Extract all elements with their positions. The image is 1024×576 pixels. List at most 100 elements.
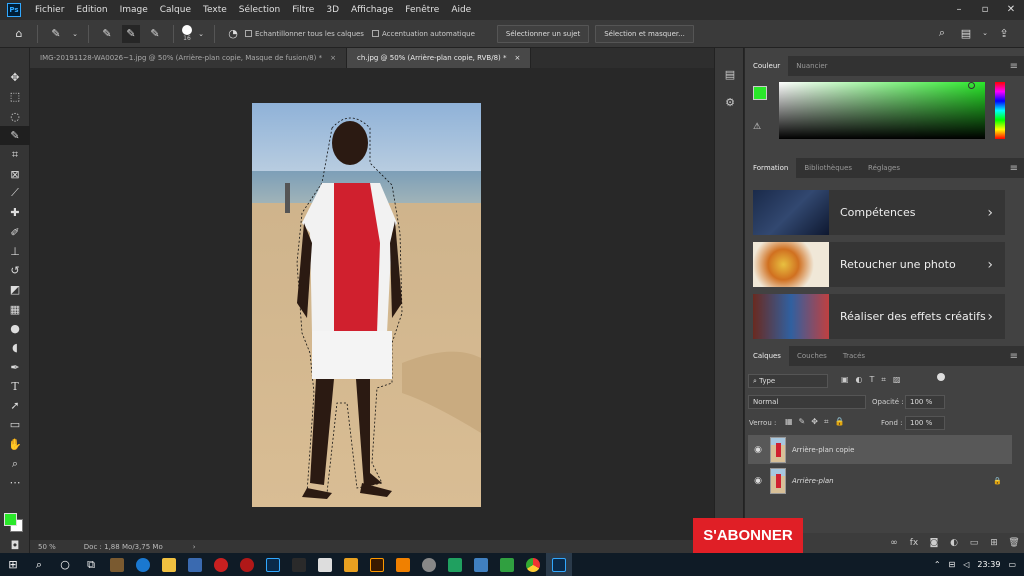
rectangle-tool-icon[interactable]: ▭ bbox=[0, 415, 30, 434]
eye-icon[interactable]: ◉ bbox=[748, 445, 768, 455]
chevron-down-icon[interactable]: ⌄ bbox=[197, 25, 205, 43]
menu-edition[interactable]: Edition bbox=[70, 5, 113, 15]
file-explorer-icon[interactable] bbox=[156, 553, 182, 576]
search-icon[interactable]: ⌕ bbox=[26, 553, 52, 576]
quick-select-tool-icon[interactable]: ✎ bbox=[47, 25, 65, 43]
crop-tool-icon[interactable]: ⌗ bbox=[0, 145, 30, 164]
type-tool-icon[interactable]: T bbox=[0, 377, 30, 396]
foreground-color-swatch[interactable] bbox=[753, 86, 767, 100]
layer-row-arriere-plan[interactable]: ◉ Arrière-plan 🔒 bbox=[748, 466, 1012, 495]
clock[interactable]: 23:39 bbox=[977, 560, 1000, 569]
share-icon[interactable]: ⇪ bbox=[995, 24, 1013, 42]
menu-fichier[interactable]: Fichier bbox=[29, 5, 70, 15]
new-layer-icon[interactable]: ⊞ bbox=[984, 538, 1004, 548]
menu-filtre[interactable]: Filtre bbox=[286, 5, 320, 15]
lasso-tool-icon[interactable]: ◌ bbox=[0, 107, 30, 126]
color-picker-marker[interactable] bbox=[968, 82, 975, 89]
app-icon-2[interactable] bbox=[208, 553, 234, 576]
app-icon-9[interactable] bbox=[494, 553, 520, 576]
app-icon-6[interactable] bbox=[416, 553, 442, 576]
document-image[interactable] bbox=[252, 103, 481, 507]
photoshop-active-icon[interactable] bbox=[546, 553, 572, 576]
app-icon-4[interactable] bbox=[286, 553, 312, 576]
zoom-level[interactable]: 50 % bbox=[38, 543, 56, 551]
gradient-tool-icon[interactable]: ▦ bbox=[0, 300, 30, 319]
tray-chevron-icon[interactable]: ⌃ bbox=[934, 560, 941, 569]
history-panel-icon[interactable]: ▤ bbox=[715, 60, 745, 88]
layer-row-arriere-plan-copie[interactable]: ◉ Arrière-plan copie bbox=[748, 435, 1012, 464]
history-brush-icon[interactable]: ↺ bbox=[0, 261, 30, 280]
hand-tool-icon[interactable]: ✋ bbox=[0, 435, 30, 454]
close-button[interactable]: ✕ bbox=[998, 0, 1024, 20]
learn-card-competences[interactable]: Compétences › bbox=[753, 190, 1005, 235]
cortana-icon[interactable]: ○ bbox=[52, 553, 78, 576]
brush-picker[interactable]: 16 bbox=[182, 25, 192, 42]
chevron-down-icon[interactable]: ⌄ bbox=[981, 24, 989, 42]
marquee-tool-icon[interactable]: ⬚ bbox=[0, 87, 30, 106]
tab-nuancier[interactable]: Nuancier bbox=[788, 56, 835, 76]
zoom-tool-icon[interactable]: ⌕ bbox=[0, 454, 30, 473]
learn-card-retoucher[interactable]: Retoucher une photo › bbox=[753, 242, 1005, 287]
notifications-icon[interactable]: ▭ bbox=[1008, 560, 1016, 569]
app-icon-5[interactable] bbox=[338, 553, 364, 576]
app-icon-3[interactable] bbox=[234, 553, 260, 576]
dodge-tool-icon[interactable]: ◖ bbox=[0, 338, 30, 357]
path-selection-icon[interactable]: ➚ bbox=[0, 396, 30, 415]
panel-menu-icon[interactable]: ≡ bbox=[1010, 351, 1018, 362]
tab-bibliotheques[interactable]: Bibliothèques bbox=[796, 158, 860, 178]
menu-3d[interactable]: 3D bbox=[320, 5, 345, 15]
photoshop-taskbar-icon[interactable] bbox=[260, 553, 286, 576]
adjustment-layer-icon[interactable]: ◐ bbox=[944, 538, 964, 548]
network-icon[interactable]: ⊟ bbox=[949, 560, 956, 569]
illustrator-icon[interactable] bbox=[364, 553, 390, 576]
eyedropper-tool-icon[interactable]: ⟋ bbox=[0, 184, 30, 203]
eye-icon[interactable]: ◉ bbox=[748, 476, 768, 486]
tab-couches[interactable]: Couches bbox=[789, 346, 835, 366]
filter-toggle-icon[interactable] bbox=[937, 373, 945, 381]
store-icon[interactable] bbox=[182, 553, 208, 576]
eraser-tool-icon[interactable]: ◩ bbox=[0, 280, 30, 299]
close-icon[interactable]: × bbox=[330, 54, 336, 62]
status-menu-arrow[interactable]: › bbox=[193, 543, 196, 551]
menu-aide[interactable]: Aide bbox=[445, 5, 477, 15]
menu-calque[interactable]: Calque bbox=[154, 5, 197, 15]
chevron-down-icon[interactable]: ⌄ bbox=[71, 25, 79, 43]
properties-panel-icon[interactable]: ⚙ bbox=[715, 88, 745, 116]
fx-icon[interactable]: fx bbox=[904, 538, 924, 548]
blur-tool-icon[interactable]: ● bbox=[0, 319, 30, 338]
menu-selection[interactable]: Sélection bbox=[233, 5, 286, 15]
workspace-icon[interactable]: ▤ bbox=[957, 24, 975, 42]
subscribe-button[interactable]: S'ABONNER bbox=[693, 518, 803, 553]
opacity-input[interactable]: 100 % bbox=[905, 395, 945, 409]
vlc-icon[interactable] bbox=[390, 553, 416, 576]
tab-couleur[interactable]: Couleur bbox=[745, 56, 789, 76]
brush-angle-icon[interactable]: ◔ bbox=[224, 25, 242, 43]
select-subject-button[interactable]: Sélectionner un sujet bbox=[496, 24, 590, 43]
layer-filter-select[interactable]: ⌕ Type bbox=[748, 374, 828, 388]
hue-slider[interactable] bbox=[995, 82, 1005, 139]
speaker-icon[interactable]: ◁ bbox=[963, 560, 969, 569]
menu-affichage[interactable]: Affichage bbox=[345, 5, 399, 15]
menu-texte[interactable]: Texte bbox=[197, 5, 233, 15]
app-icon-8[interactable] bbox=[468, 553, 494, 576]
trash-icon[interactable]: 🗑 bbox=[1004, 538, 1024, 548]
move-tool-icon[interactable]: ✥ bbox=[0, 68, 30, 87]
add-to-selection-icon[interactable]: ✎ bbox=[122, 24, 140, 43]
auto-enhance-checkbox[interactable]: Accentuation automatique bbox=[371, 30, 475, 38]
panel-menu-icon[interactable]: ≡ bbox=[1010, 163, 1018, 174]
learn-card-effets[interactable]: Réaliser des effets créatifs › bbox=[753, 294, 1005, 339]
subtract-selection-icon[interactable]: ✎ bbox=[146, 25, 164, 43]
close-icon[interactable]: × bbox=[514, 54, 520, 62]
add-mask-icon[interactable]: ◙ bbox=[924, 538, 944, 548]
tab-formation[interactable]: Formation bbox=[745, 158, 797, 178]
layer-filter-icons[interactable]: ▣◐T⌗▨ bbox=[841, 375, 908, 385]
menu-fenetre[interactable]: Fenêtre bbox=[399, 5, 445, 15]
foreground-color-swatch[interactable] bbox=[4, 513, 17, 526]
sample-all-layers-checkbox[interactable]: Echantillonner tous les calques bbox=[245, 30, 364, 38]
tab-document-1[interactable]: IMG-20191128-WA0026~1.jpg @ 50% (Arrière… bbox=[30, 48, 347, 68]
task-view-icon[interactable]: ⧉ bbox=[78, 553, 104, 576]
app-icon-1[interactable] bbox=[104, 553, 130, 576]
tab-reglages[interactable]: Réglages bbox=[860, 158, 908, 178]
more-tools-icon[interactable]: ⋯ bbox=[0, 473, 30, 492]
menu-image[interactable]: Image bbox=[114, 5, 154, 15]
